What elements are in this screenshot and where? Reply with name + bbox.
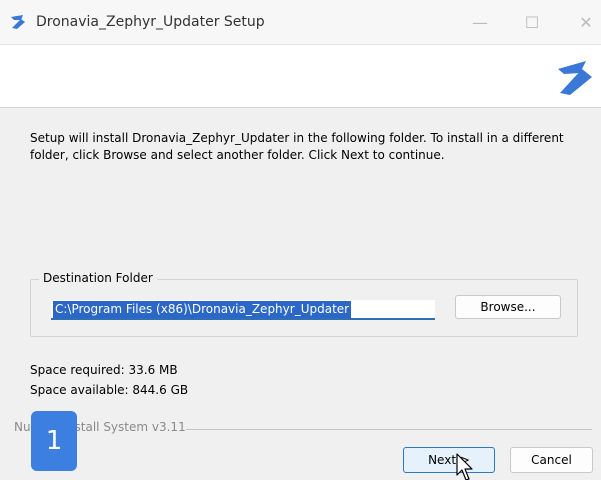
step-number-badge: 1 bbox=[31, 411, 77, 471]
next-button[interactable]: Next > bbox=[403, 447, 495, 473]
maximize-button[interactable]: ☐ bbox=[512, 8, 552, 36]
cancel-button-label: Cancel bbox=[531, 453, 572, 467]
browse-button[interactable]: Browse... bbox=[455, 295, 561, 319]
minimize-button[interactable]: — bbox=[460, 8, 500, 36]
destination-path-value: C:\Program Files (x86)\Dronavia_Zephyr_U… bbox=[53, 300, 352, 318]
cancel-button[interactable]: Cancel bbox=[510, 447, 593, 473]
header-band bbox=[0, 45, 601, 108]
destination-path-input[interactable]: C:\Program Files (x86)\Dronavia_Zephyr_U… bbox=[51, 300, 435, 320]
window-title: Dronavia_Zephyr_Updater Setup bbox=[36, 14, 265, 30]
intro-text: Setup will install Dronavia_Zephyr_Updat… bbox=[30, 131, 564, 162]
branding-divider bbox=[186, 429, 592, 430]
title-bar[interactable]: Dronavia_Zephyr_Updater Setup — ☐ ✕ bbox=[0, 0, 601, 45]
space-required-text: Space required: 33.6 MB bbox=[30, 363, 178, 377]
destination-folder-label: Destination Folder bbox=[39, 271, 157, 285]
installer-window: Dronavia_Zephyr_Updater Setup — ☐ ✕ Setu… bbox=[0, 0, 601, 480]
mouse-cursor-icon bbox=[456, 453, 473, 480]
close-icon: ✕ bbox=[579, 12, 593, 32]
maximize-icon: ☐ bbox=[524, 12, 540, 32]
minimize-icon: — bbox=[472, 12, 488, 32]
app-logo-icon bbox=[11, 15, 25, 29]
browse-button-label: Browse... bbox=[480, 300, 536, 314]
space-available-text: Space available: 844.6 GB bbox=[30, 383, 189, 397]
brand-logo-icon bbox=[558, 61, 592, 95]
destination-folder-group: Destination Folder C:\Program Files (x86… bbox=[30, 271, 578, 337]
close-button[interactable]: ✕ bbox=[566, 8, 601, 36]
content-area: Setup will install Dronavia_Zephyr_Updat… bbox=[0, 108, 601, 480]
